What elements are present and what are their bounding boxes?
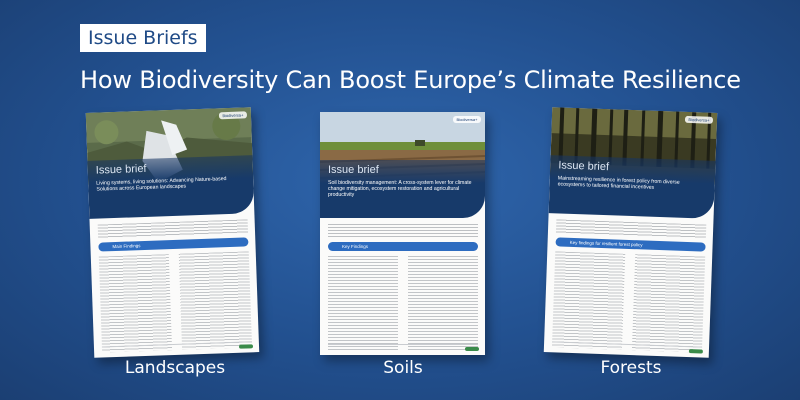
cover-title: Soil biodiversity management: A cross-sy… [328, 180, 472, 199]
intro-text-block [328, 224, 478, 238]
body-text-left [551, 251, 626, 350]
body-text-right [408, 256, 478, 352]
biodiversa-logo: Biodiversa+ [684, 115, 714, 124]
cover-kicker: Issue brief [95, 162, 147, 177]
footer-rule [328, 344, 478, 349]
card-label-forests: Forests [600, 358, 662, 378]
intro-text-block [555, 219, 707, 239]
body-text-right [178, 251, 253, 350]
body-text-left [328, 256, 398, 352]
cover-kicker: Issue brief [328, 164, 379, 176]
card-label-landscapes: Landscapes [124, 358, 226, 378]
body-text-right [631, 254, 706, 353]
section-tag: Issue Briefs [80, 24, 206, 52]
brief-cover-soils[interactable]: Biodiversa+ Issue brief Soil biodiversit… [320, 112, 485, 355]
footer-logo [238, 344, 254, 349]
card-label-soils: Soils [383, 358, 423, 378]
key-findings-bar: Key Findings [328, 242, 478, 251]
brief-cover-landscapes[interactable]: Biodiversa+ Issue brief Living systems, … [85, 107, 260, 358]
intro-text-block [97, 219, 249, 239]
key-findings-bar: Key findings for resilient forest policy [555, 237, 706, 252]
footer-logo [465, 347, 479, 351]
footer-logo [688, 349, 703, 354]
brief-cover-forests[interactable]: Biodiversa+ Issue brief Mainstreaming re… [543, 107, 718, 358]
biodiversa-logo: Biodiversa+ [218, 111, 248, 120]
key-findings-bar: Main Findings [98, 237, 249, 252]
biodiversa-logo: Biodiversa+ [453, 116, 481, 123]
body-text-left [98, 254, 173, 353]
page-headline: How Biodiversity Can Boost Europe’s Clim… [80, 66, 741, 94]
cover-kicker: Issue brief [558, 159, 610, 174]
